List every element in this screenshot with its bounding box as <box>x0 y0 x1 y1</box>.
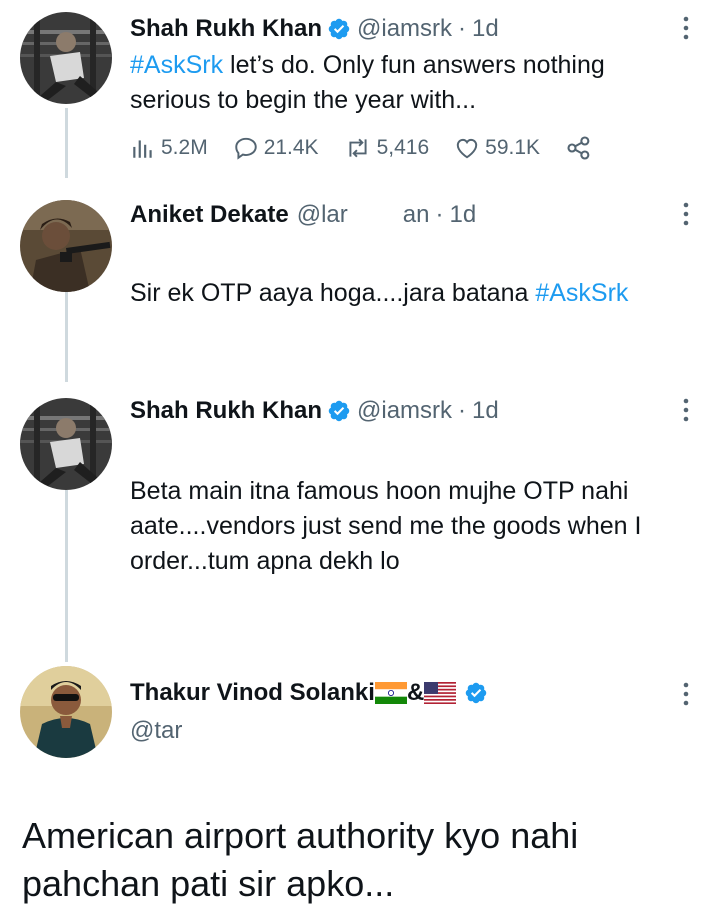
author-name-suffix: & <box>406 679 425 706</box>
author-name[interactable]: Shah Rukh Khan <box>130 396 322 426</box>
tweet-text: Beta main itna famous hoon mujhe OTP nah… <box>130 474 690 579</box>
tweet-header: Thakur Vinod Solanki & <box>130 678 494 708</box>
author-handle[interactable]: @iamsrk <box>357 14 452 44</box>
tweet-text: #AskSrk let’s do. Only fun answers nothi… <box>130 48 690 118</box>
tweet-header: Shah Rukh Khan @iamsrk · 1d <box>130 14 499 44</box>
like-icon <box>456 138 478 159</box>
separator-dot: · <box>435 201 444 228</box>
author-handle[interactable]: @tar <box>130 716 182 746</box>
tweet[interactable]: Aniket Dekate @lar an · 1d Sir ek OTP aa… <box>0 190 720 380</box>
timestamp-partial: an <box>402 201 430 228</box>
tweet-text: Sir ek OTP aaya hoga....jara batana #Ask… <box>130 276 690 311</box>
likes-count: 59.1K <box>485 136 541 159</box>
avatar[interactable] <box>20 398 112 490</box>
timestamp[interactable]: 1d <box>472 14 499 44</box>
more-icon[interactable] <box>676 396 696 424</box>
hashtag-link[interactable]: #AskSrk <box>535 279 628 307</box>
avatar-image <box>20 12 112 104</box>
tweet-text-content: Beta main itna famous hoon mujhe OTP nah… <box>130 477 642 575</box>
author-handle[interactable]: @iamsrk <box>357 396 452 426</box>
tweet-text-content: Sir ek OTP aaya hoga....jara batana <box>130 279 536 307</box>
reply-caption: American airport authority kyo nahi pahc… <box>22 815 579 904</box>
timestamp[interactable]: 1d <box>472 396 499 426</box>
avatar[interactable] <box>20 200 112 292</box>
like-button[interactable]: 59.1K <box>454 135 540 161</box>
avatar-image <box>20 398 112 490</box>
avatar[interactable] <box>20 666 112 758</box>
verified-badge-icon <box>328 18 350 40</box>
share-icon <box>567 136 590 160</box>
tweet-header: Aniket Dekate @lar an · 1d <box>130 200 476 230</box>
retweets-count: 5,416 <box>376 136 430 159</box>
reply-button[interactable]: 21.4K <box>233 135 319 161</box>
author-handle[interactable]: @lar <box>297 200 348 230</box>
reply-icon <box>234 137 257 160</box>
tweet-header: Shah Rukh Khan @iamsrk · 1d <box>130 396 499 426</box>
india-flag-icon <box>374 682 407 704</box>
retweet-icon <box>349 138 367 158</box>
timestamp[interactable]: 1d <box>449 200 476 230</box>
views-icon <box>133 140 152 158</box>
tweet[interactable]: Shah Rukh Khan @iamsrk · 1d #AskSrk let’… <box>0 0 720 180</box>
avatar-image <box>20 666 112 758</box>
tweet[interactable]: Shah Rukh Khan @iamsrk · 1d Beta main it… <box>0 388 720 658</box>
author-name[interactable]: Shah Rukh Khan <box>130 14 322 44</box>
verified-badge-icon <box>466 682 487 704</box>
views-button[interactable]: 5.2M <box>130 135 208 161</box>
views-count: 5.2M <box>161 136 208 159</box>
author-name[interactable]: Aniket Dekate <box>130 200 289 230</box>
retweet-button[interactable]: 5,416 <box>344 135 430 161</box>
separator-dot: · <box>458 397 467 424</box>
avatar[interactable] <box>20 12 112 104</box>
hashtag-link[interactable]: #AskSrk <box>130 51 223 79</box>
verified-badge-icon <box>328 400 350 422</box>
avatar-image <box>20 200 112 292</box>
share-button[interactable] <box>565 134 598 162</box>
us-flag-icon <box>424 682 457 704</box>
separator-dot: · <box>458 15 467 42</box>
tweet-actions: 5.2M 21.4K 5,416 59.1K <box>130 134 623 162</box>
author-name[interactable]: Thakur Vinod Solanki <box>130 678 375 708</box>
more-icon[interactable] <box>676 200 696 228</box>
tweet-handle-row: @tar <box>130 716 182 746</box>
tweet[interactable]: Thakur Vinod Solanki & @tar <box>0 664 720 784</box>
replies-count: 21.4K <box>263 136 319 159</box>
more-icon[interactable] <box>676 680 696 708</box>
more-icon[interactable] <box>676 14 696 42</box>
